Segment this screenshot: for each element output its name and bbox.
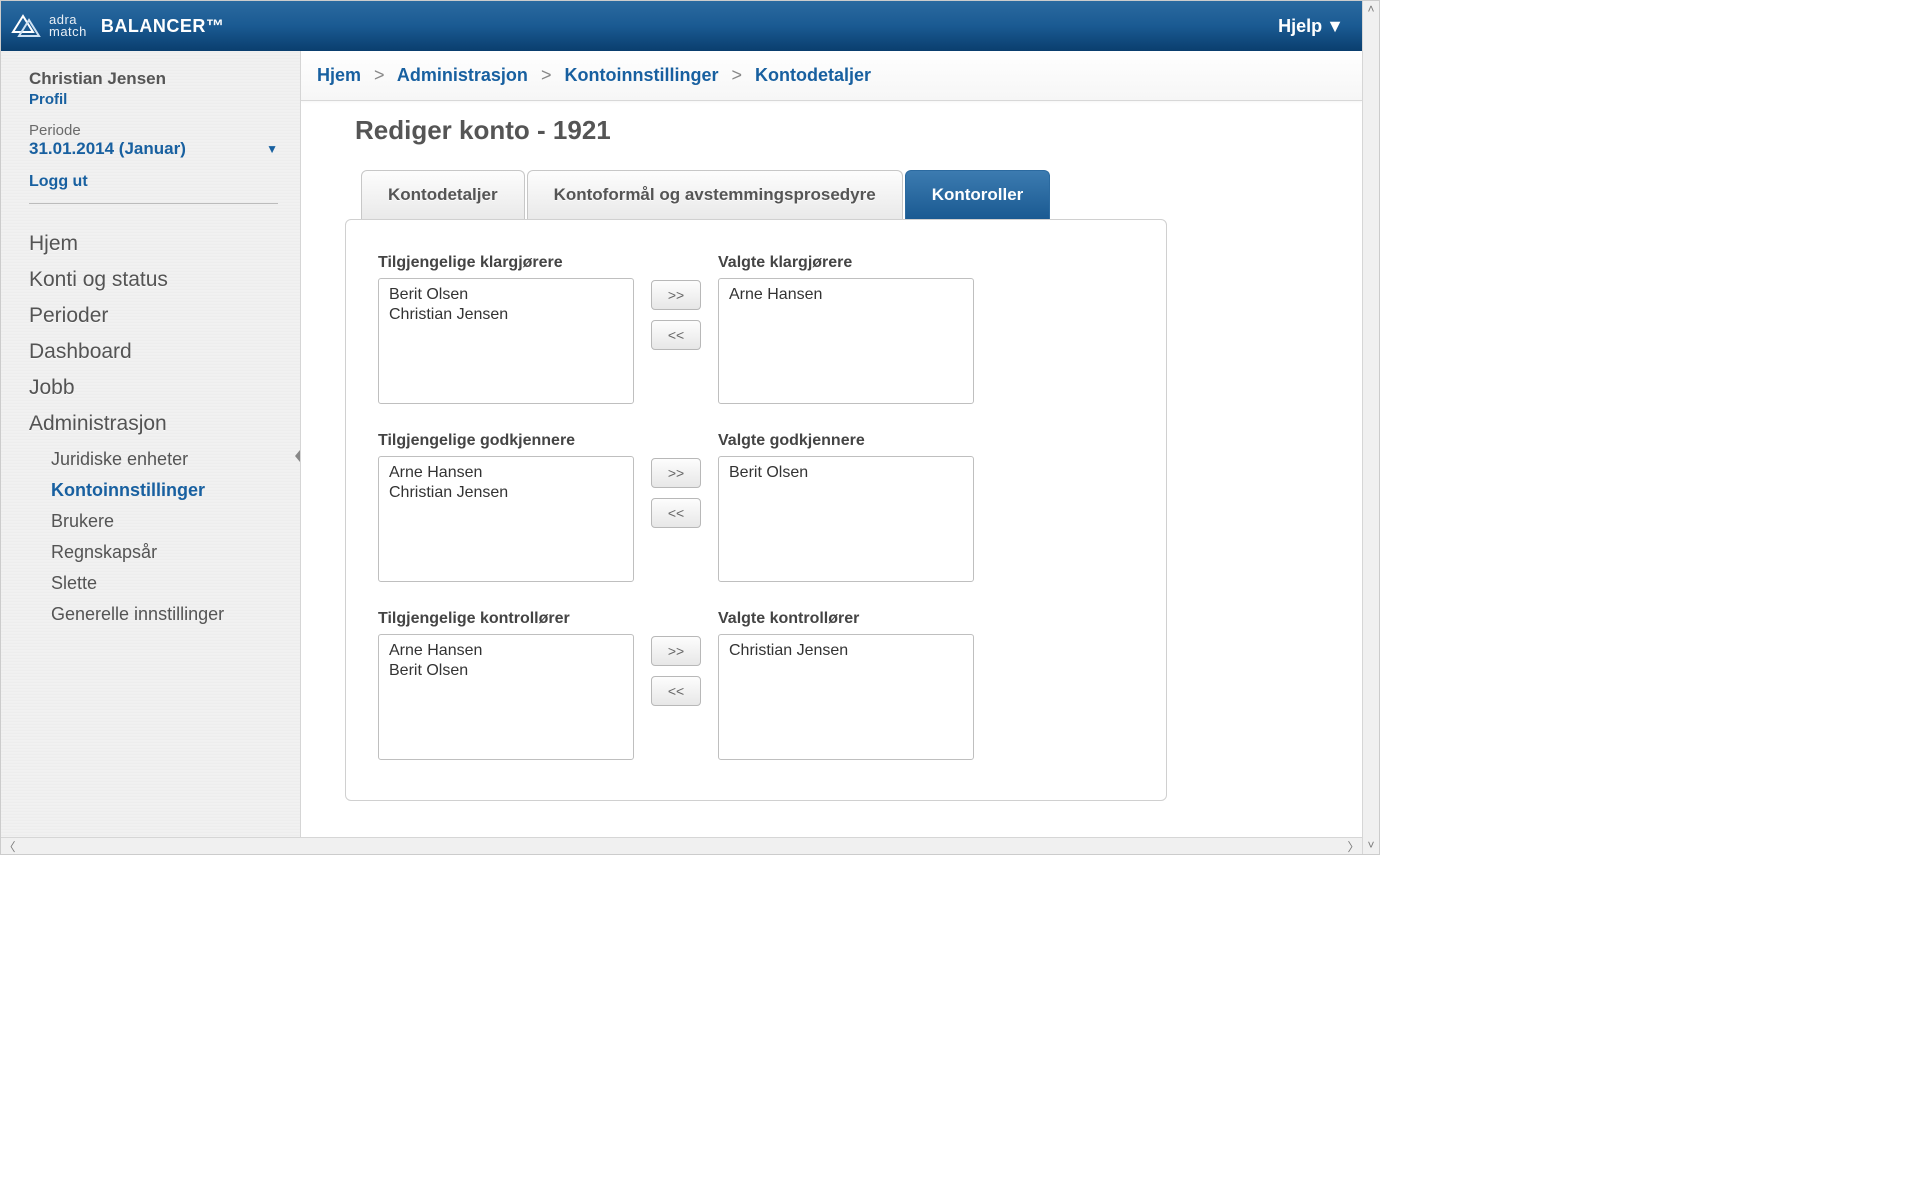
selected-approvers-list[interactable]: Berit Olsen — [718, 456, 974, 582]
sidebar-collapse-handle[interactable] — [293, 446, 303, 466]
scroll-right-icon[interactable]: 〉 — [1345, 838, 1362, 855]
selected-controllers-list[interactable]: Christian Jensen — [718, 634, 974, 760]
list-item[interactable]: Arne Hansen — [729, 285, 963, 305]
roles-panel: Tilgjengelige klargjørere Berit OlsenChr… — [345, 219, 1167, 801]
chevron-down-icon: ▼ — [1326, 16, 1344, 37]
available-preparers-label: Tilgjengelige klargjørere — [378, 254, 634, 272]
subnav-general-settings[interactable]: Generelle innstillinger — [51, 599, 278, 630]
scroll-down-icon[interactable]: ˅ — [1367, 837, 1374, 854]
help-menu[interactable]: Hjelp ▼ — [1278, 16, 1344, 37]
list-item[interactable]: Berit Olsen — [729, 463, 963, 483]
nav-accounts[interactable]: Konti og status — [29, 262, 278, 298]
top-bar: adra match BALANCER™ Hjelp ▼ — [1, 1, 1362, 51]
add-controller-button[interactable]: >> — [651, 636, 701, 666]
sidebar: Christian Jensen Profil Periode 31.01.20… — [1, 51, 301, 837]
tab-purpose[interactable]: Kontoformål og avstemmingsprosedyre — [527, 170, 903, 219]
user-name: Christian Jensen — [29, 69, 278, 89]
available-approvers-label: Tilgjengelige godkjennere — [378, 432, 634, 450]
vertical-scrollbar[interactable]: ˄ ˅ — [1362, 1, 1379, 854]
tab-account-details[interactable]: Kontodetaljer — [361, 170, 525, 219]
breadcrumb-bar: Hjem > Administrasjon > Kontoinnstilling… — [301, 51, 1362, 101]
list-item[interactable]: Christian Jensen — [729, 641, 963, 661]
breadcrumb-sep: > — [723, 65, 750, 85]
subnav-fiscal-years[interactable]: Regnskapsår — [51, 537, 278, 568]
profile-link[interactable]: Profil — [29, 91, 278, 108]
period-selector[interactable]: 31.01.2014 (Januar) ▼ — [29, 139, 278, 159]
breadcrumb-sep: > — [533, 65, 560, 85]
tabs: Kontodetaljer Kontoformål og avstemmings… — [361, 170, 1332, 219]
available-controllers-list[interactable]: Arne HansenBerit Olsen — [378, 634, 634, 760]
add-approver-button[interactable]: >> — [651, 458, 701, 488]
selected-controllers-label: Valgte kontrollører — [718, 610, 974, 628]
tab-account-roles[interactable]: Kontoroller — [905, 170, 1051, 219]
chevron-down-icon: ▼ — [266, 142, 278, 156]
remove-approver-button[interactable]: << — [651, 498, 701, 528]
list-item[interactable]: Christian Jensen — [389, 483, 623, 503]
subnav-legal-entities[interactable]: Juridiske enheter — [51, 444, 278, 475]
list-item[interactable]: Christian Jensen — [389, 305, 623, 325]
add-preparer-button[interactable]: >> — [651, 280, 701, 310]
logo-icon — [9, 12, 43, 40]
divider — [29, 203, 278, 204]
scroll-left-icon[interactable]: 〈 — [1, 838, 18, 855]
nav-admin[interactable]: Administrasjon — [29, 406, 278, 442]
list-item[interactable]: Arne Hansen — [389, 641, 623, 661]
horizontal-scrollbar[interactable]: 〈 〉 — [1, 837, 1362, 854]
page-title: Rediger konto - 1921 — [355, 115, 1332, 146]
remove-preparer-button[interactable]: << — [651, 320, 701, 350]
list-item[interactable]: Arne Hansen — [389, 463, 623, 483]
available-approvers-list[interactable]: Arne HansenChristian Jensen — [378, 456, 634, 582]
subnav-delete[interactable]: Slette — [51, 568, 278, 599]
selected-approvers-label: Valgte godkjennere — [718, 432, 974, 450]
breadcrumb-account-settings[interactable]: Kontoinnstillinger — [564, 65, 718, 85]
selected-preparers-label: Valgte klargjørere — [718, 254, 974, 272]
scroll-up-icon[interactable]: ˄ — [1367, 1, 1374, 18]
remove-controller-button[interactable]: << — [651, 676, 701, 706]
nav-home[interactable]: Hjem — [29, 226, 278, 262]
app-title: BALANCER™ — [101, 16, 225, 37]
logout-link[interactable]: Logg ut — [29, 173, 278, 191]
breadcrumb: Hjem > Administrasjon > Kontoinnstilling… — [317, 65, 1346, 86]
list-item[interactable]: Berit Olsen — [389, 285, 623, 305]
subnav-account-settings[interactable]: Kontoinnstillinger — [51, 475, 278, 506]
selected-preparers-list[interactable]: Arne Hansen — [718, 278, 974, 404]
logo: adra match — [9, 12, 87, 40]
breadcrumb-sep: > — [366, 65, 393, 85]
nav-periods[interactable]: Perioder — [29, 298, 278, 334]
period-label: Periode — [29, 122, 278, 139]
nav-dashboard[interactable]: Dashboard — [29, 334, 278, 370]
breadcrumb-admin[interactable]: Administrasjon — [397, 65, 528, 85]
role-row-controllers: Tilgjengelige kontrollører Arne HansenBe… — [378, 610, 1134, 760]
available-controllers-label: Tilgjengelige kontrollører — [378, 610, 634, 628]
available-preparers-list[interactable]: Berit OlsenChristian Jensen — [378, 278, 634, 404]
role-row-approvers: Tilgjengelige godkjennere Arne HansenChr… — [378, 432, 1134, 582]
logo-text: adra match — [49, 14, 87, 37]
breadcrumb-home[interactable]: Hjem — [317, 65, 361, 85]
breadcrumb-account-details[interactable]: Kontodetaljer — [755, 65, 871, 85]
nav-job[interactable]: Jobb — [29, 370, 278, 406]
role-row-preparers: Tilgjengelige klargjørere Berit OlsenChr… — [378, 254, 1134, 404]
list-item[interactable]: Berit Olsen — [389, 661, 623, 681]
main-content: Hjem > Administrasjon > Kontoinnstilling… — [301, 51, 1362, 837]
subnav-users[interactable]: Brukere — [51, 506, 278, 537]
